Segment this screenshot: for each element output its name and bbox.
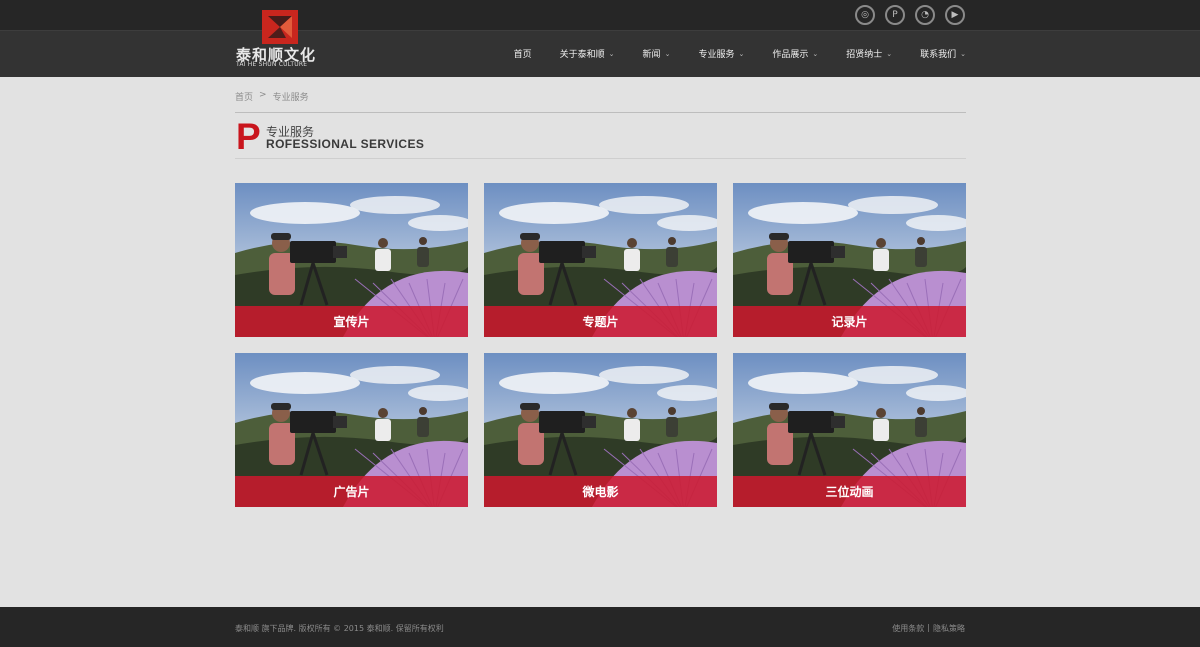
video-play-icon[interactable]: ▶ bbox=[945, 5, 965, 25]
service-card[interactable]: 专题片 bbox=[484, 183, 717, 337]
divider bbox=[235, 112, 966, 113]
nav-about[interactable]: 关于泰和顺 ⌄ bbox=[532, 30, 615, 77]
nav-services[interactable]: 专业服务 ⌄ bbox=[670, 30, 744, 77]
service-card[interactable]: 微电影 bbox=[484, 353, 717, 507]
nav-about-label: 关于泰和顺 bbox=[559, 50, 605, 60]
wechat-icon[interactable]: ◔ bbox=[915, 5, 935, 25]
service-card-label: 宣传片 bbox=[235, 306, 468, 337]
section-title-en: ROFESSIONAL SERVICES bbox=[266, 137, 425, 151]
nav-contact[interactable]: 联系我们 ⌄ bbox=[892, 30, 966, 77]
service-card-label: 专题片 bbox=[484, 306, 717, 337]
site-logo[interactable]: 泰和顺文化 TAI HE SHUN CULTURE bbox=[236, 8, 326, 68]
main-nav: 首页 关于泰和顺 ⌄ 新闻 ⌄ 专业服务 ⌄ 作品展示 ⌄ 招贤纳士 ⌄ 联系我们 ⌄ bbox=[486, 30, 966, 77]
footer-divider: | bbox=[927, 623, 930, 632]
service-card-label: 微电影 bbox=[484, 476, 717, 507]
logo-text-en: TAI HE SHUN CULTURE bbox=[236, 61, 308, 68]
service-card-label: 三位动画 bbox=[733, 476, 966, 507]
nav-news[interactable]: 新闻 ⌄ bbox=[615, 30, 671, 77]
service-card[interactable]: 记录片 bbox=[733, 183, 966, 337]
nav-home-label: 首页 bbox=[513, 50, 532, 60]
service-card[interactable]: 广告片 bbox=[235, 353, 468, 507]
terms-link[interactable]: 使用条款 bbox=[892, 623, 924, 634]
top-strip: ◎ P ◔ ▶ bbox=[0, 0, 1200, 30]
divider bbox=[235, 158, 966, 159]
nav-news-label: 新闻 bbox=[642, 50, 661, 60]
breadcrumb-home[interactable]: 首页 bbox=[235, 90, 253, 103]
tencent-weibo-icon[interactable]: P bbox=[885, 5, 905, 25]
weibo-icon[interactable]: ◎ bbox=[855, 5, 875, 25]
breadcrumb-current: 专业服务 bbox=[272, 93, 309, 103]
nav-services-label: 专业服务 bbox=[698, 50, 735, 60]
service-card-label: 广告片 bbox=[235, 476, 468, 507]
nav-careers[interactable]: 招贤纳士 ⌄ bbox=[818, 30, 892, 77]
nav-contact-label: 联系我们 bbox=[920, 50, 957, 60]
nav-works[interactable]: 作品展示 ⌄ bbox=[744, 30, 818, 77]
footer: 泰和顺 旗下品牌. 版权所有 © 2015 泰和顺. 保留所有权利 使用条款 |… bbox=[0, 607, 1200, 647]
breadcrumb-separator: > bbox=[259, 90, 267, 100]
nav-careers-label: 招贤纳士 bbox=[846, 50, 883, 60]
section-letter: P bbox=[236, 116, 261, 157]
service-card[interactable]: 宣传片 bbox=[235, 183, 468, 337]
breadcrumb: 首页 > 专业服务 bbox=[235, 90, 309, 103]
social-links: ◎ P ◔ ▶ bbox=[855, 5, 965, 25]
service-card-label: 记录片 bbox=[733, 306, 966, 337]
nav-home[interactable]: 首页 bbox=[486, 30, 532, 77]
chevron-down-icon: ⌄ bbox=[960, 49, 966, 58]
nav-works-label: 作品展示 bbox=[772, 50, 809, 60]
privacy-link[interactable]: 隐私策略 bbox=[933, 623, 965, 634]
footer-links: 使用条款 | 隐私策略 bbox=[892, 623, 965, 634]
service-card[interactable]: 三位动画 bbox=[733, 353, 966, 507]
logo-mark-icon bbox=[262, 10, 298, 44]
footer-copyright: 泰和顺 旗下品牌. 版权所有 © 2015 泰和顺. 保留所有权利 bbox=[235, 624, 444, 633]
